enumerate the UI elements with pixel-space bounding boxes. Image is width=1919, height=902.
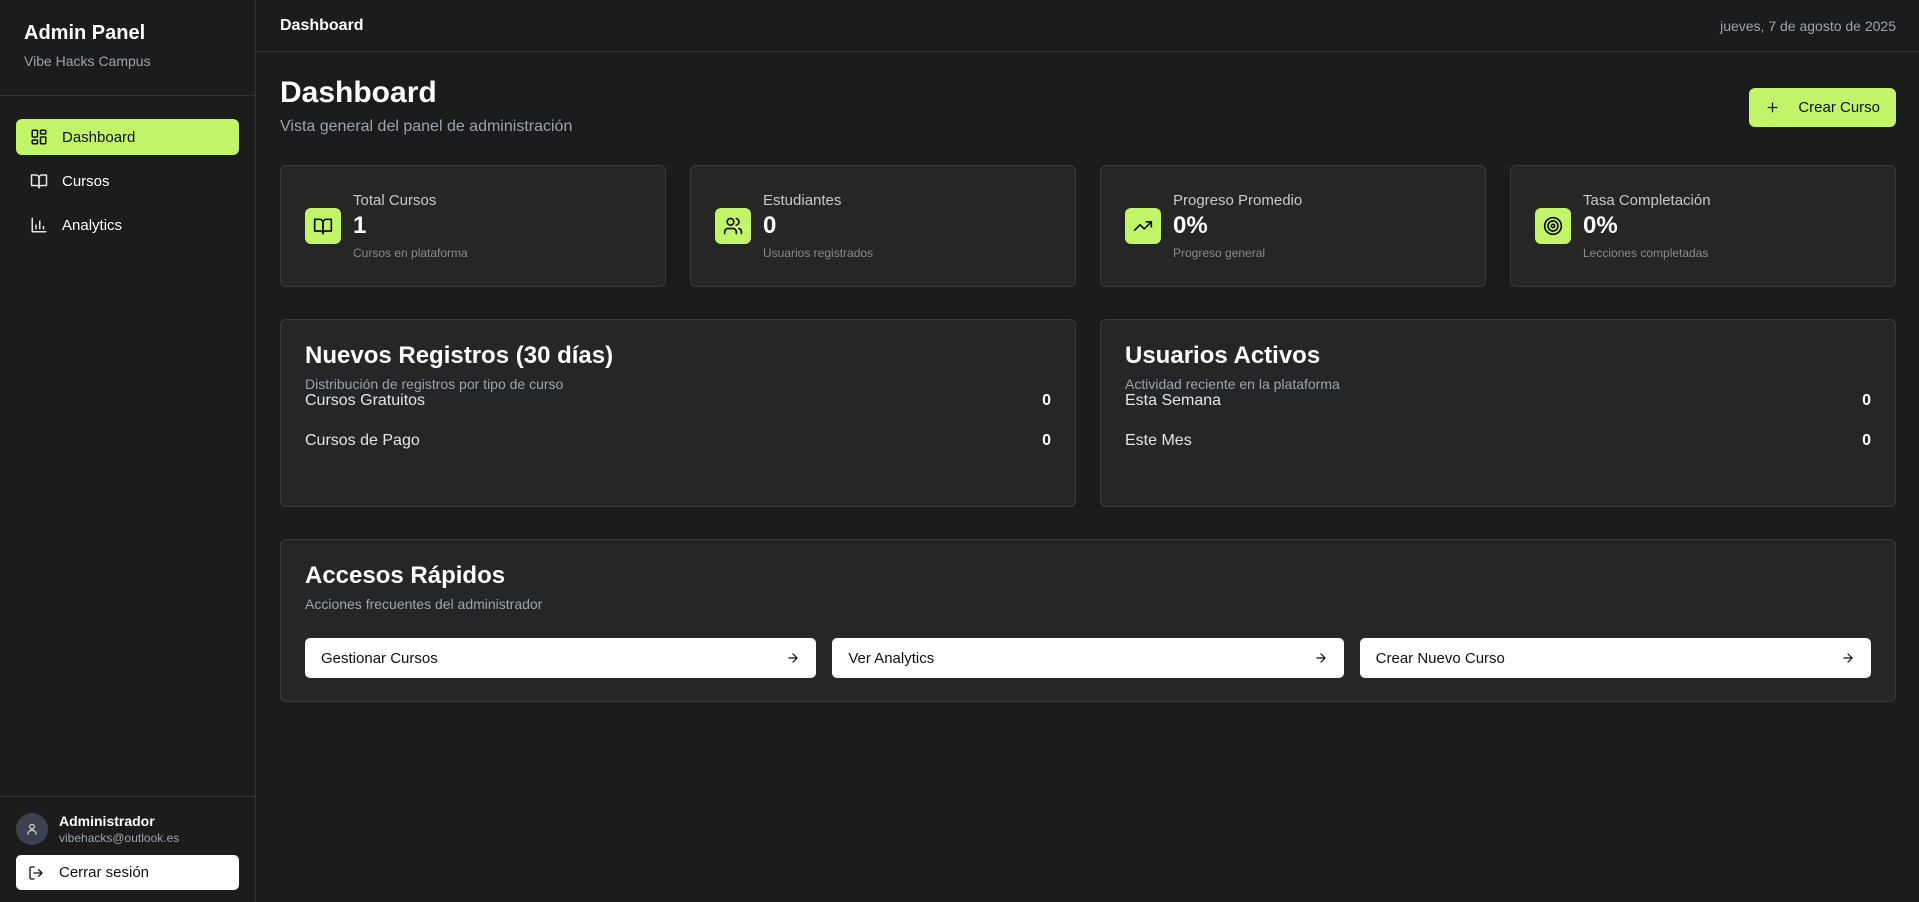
card-title: Accesos Rápidos (305, 562, 506, 589)
user-icon (27, 823, 37, 835)
arrow-right-icon (1843, 653, 1853, 663)
stat-label: Total Cursos (353, 192, 437, 209)
stat-description: Usuarios registrados (763, 246, 874, 260)
stat-card-tasa-completacion: Tasa Completación 0% Lecciones completad… (1510, 165, 1896, 287)
layout-dashboard-icon (30, 128, 48, 146)
card-subtitle: Actividad reciente en la plataforma (1125, 376, 1340, 392)
metric-label: Este Mes (1125, 432, 1192, 449)
brand: Admin Panel Vibe Hacks Campus (0, 0, 255, 96)
stat-value: 0% (1173, 212, 1208, 239)
metric-label: Esta Semana (1125, 392, 1222, 409)
new-registrations-card: Nuevos Registros (30 días) Distribución … (280, 319, 1076, 507)
sidebar-item-dashboard[interactable]: Dashboard (16, 119, 239, 155)
target-icon (1535, 208, 1571, 244)
sidebar-item-cursos[interactable]: Cursos (16, 163, 239, 199)
stat-value: 0% (1583, 212, 1618, 239)
user-email: vibehacks@outlook.es (59, 831, 180, 845)
stat-description: Lecciones completadas (1583, 246, 1709, 260)
topbar: Dashboard jueves, 7 de agosto de 2025 (256, 0, 1919, 52)
topbar-date: jueves, 7 de agosto de 2025 (1720, 17, 1896, 34)
create-course-button[interactable]: Crear Curso (1749, 88, 1896, 127)
log-out-icon (29, 865, 43, 880)
page-subtitle: Vista general del panel de administració… (280, 118, 573, 135)
plus-icon (1767, 102, 1778, 113)
logout-label: Cerrar sesión (59, 864, 150, 881)
card-title: Nuevos Registros (30 días) (305, 342, 614, 369)
stat-card-total-cursos: Total Cursos 1 Cursos en plataforma (280, 165, 666, 287)
metric-value: 0 (1042, 392, 1051, 409)
book-open-icon (305, 208, 341, 244)
metric-row: Este Mes 0 (1125, 432, 1871, 450)
book-open-icon (30, 172, 48, 190)
card-subtitle: Acciones frecuentes del administrador (305, 596, 543, 612)
quick-action-label: Gestionar Cursos (321, 649, 438, 667)
page-title: Dashboard (280, 76, 437, 109)
brand-subtitle: Vibe Hacks Campus (24, 53, 151, 69)
stat-value: 1 (353, 212, 367, 239)
stat-label: Progreso Promedio (1173, 192, 1303, 209)
metric-label: Cursos Gratuitos (305, 392, 426, 409)
metric-value: 0 (1862, 432, 1871, 449)
sidebar-item-label: Analytics (62, 216, 123, 234)
quick-actions: Gestionar Cursos Ver Analytics Crear Nue… (305, 638, 1871, 678)
arrow-right-icon (1315, 653, 1326, 663)
dashboard-content: Dashboard Vista general del panel de adm… (256, 52, 1919, 702)
page-header: Dashboard Vista general del panel de adm… (280, 76, 1896, 136)
stat-card-progreso-promedio: Progreso Promedio 0% Progreso general (1100, 165, 1486, 287)
user-info: Administrador vibehacks@outlook.es (16, 813, 239, 845)
arrow-right-icon (788, 653, 798, 663)
trending-up-icon (1125, 208, 1161, 244)
stat-label: Estudiantes (763, 192, 842, 209)
sidebar: Admin Panel Vibe Hacks Campus Dashboard … (0, 0, 256, 902)
topbar-title: Dashboard (280, 16, 364, 34)
summary-row: Nuevos Registros (30 días) Distribución … (280, 319, 1896, 507)
sidebar-item-label: Dashboard (62, 128, 136, 146)
brand-title: Admin Panel (24, 22, 146, 44)
create-course-label: Crear Curso (1798, 99, 1880, 116)
bar-chart-icon (30, 216, 48, 234)
logout-button[interactable]: Cerrar sesión (16, 855, 239, 890)
main-area: Dashboard jueves, 7 de agosto de 2025 Da… (256, 0, 1919, 902)
sidebar-item-analytics[interactable]: Analytics (16, 207, 239, 243)
metric-value: 0 (1862, 392, 1871, 409)
stat-label: Tasa Completación (1583, 192, 1711, 209)
card-subtitle: Distribución de registros por tipo de cu… (305, 376, 564, 392)
metric-label: Cursos de Pago (305, 432, 420, 449)
card-title: Usuarios Activos (1125, 342, 1321, 369)
metric-value: 0 (1042, 432, 1051, 449)
stat-card-estudiantes: Estudiantes 0 Usuarios registrados (690, 165, 1076, 287)
active-users-card: Usuarios Activos Actividad reciente en l… (1100, 319, 1896, 507)
user-name: Administrador (59, 813, 155, 829)
stat-description: Cursos en plataforma (353, 246, 468, 260)
avatar (16, 813, 48, 845)
stat-value: 0 (763, 212, 777, 239)
quick-action-label: Ver Analytics (848, 649, 935, 667)
sidebar-nav: Dashboard Cursos Analytics (0, 96, 255, 796)
create-new-course-button[interactable]: Crear Nuevo Curso (1359, 638, 1871, 678)
sidebar-footer: Administrador vibehacks@outlook.es Cerra… (0, 796, 255, 902)
quick-access-card: Accesos Rápidos Acciones frecuentes del … (280, 539, 1896, 702)
app-root: Admin Panel Vibe Hacks Campus Dashboard … (0, 0, 1919, 902)
sidebar-item-label: Cursos (62, 172, 110, 190)
view-analytics-button[interactable]: Ver Analytics (832, 638, 1344, 678)
stat-description: Progreso general (1173, 246, 1266, 260)
stats-row: Total Cursos 1 Cursos en plataforma Estu… (280, 165, 1896, 287)
metric-row: Esta Semana 0 (1125, 392, 1871, 410)
users-icon (715, 208, 751, 244)
metric-row: Cursos Gratuitos 0 (305, 392, 1051, 410)
quick-action-label: Crear Nuevo Curso (1375, 649, 1505, 667)
manage-courses-button[interactable]: Gestionar Cursos (305, 638, 817, 678)
metric-row: Cursos de Pago 0 (305, 432, 1051, 450)
